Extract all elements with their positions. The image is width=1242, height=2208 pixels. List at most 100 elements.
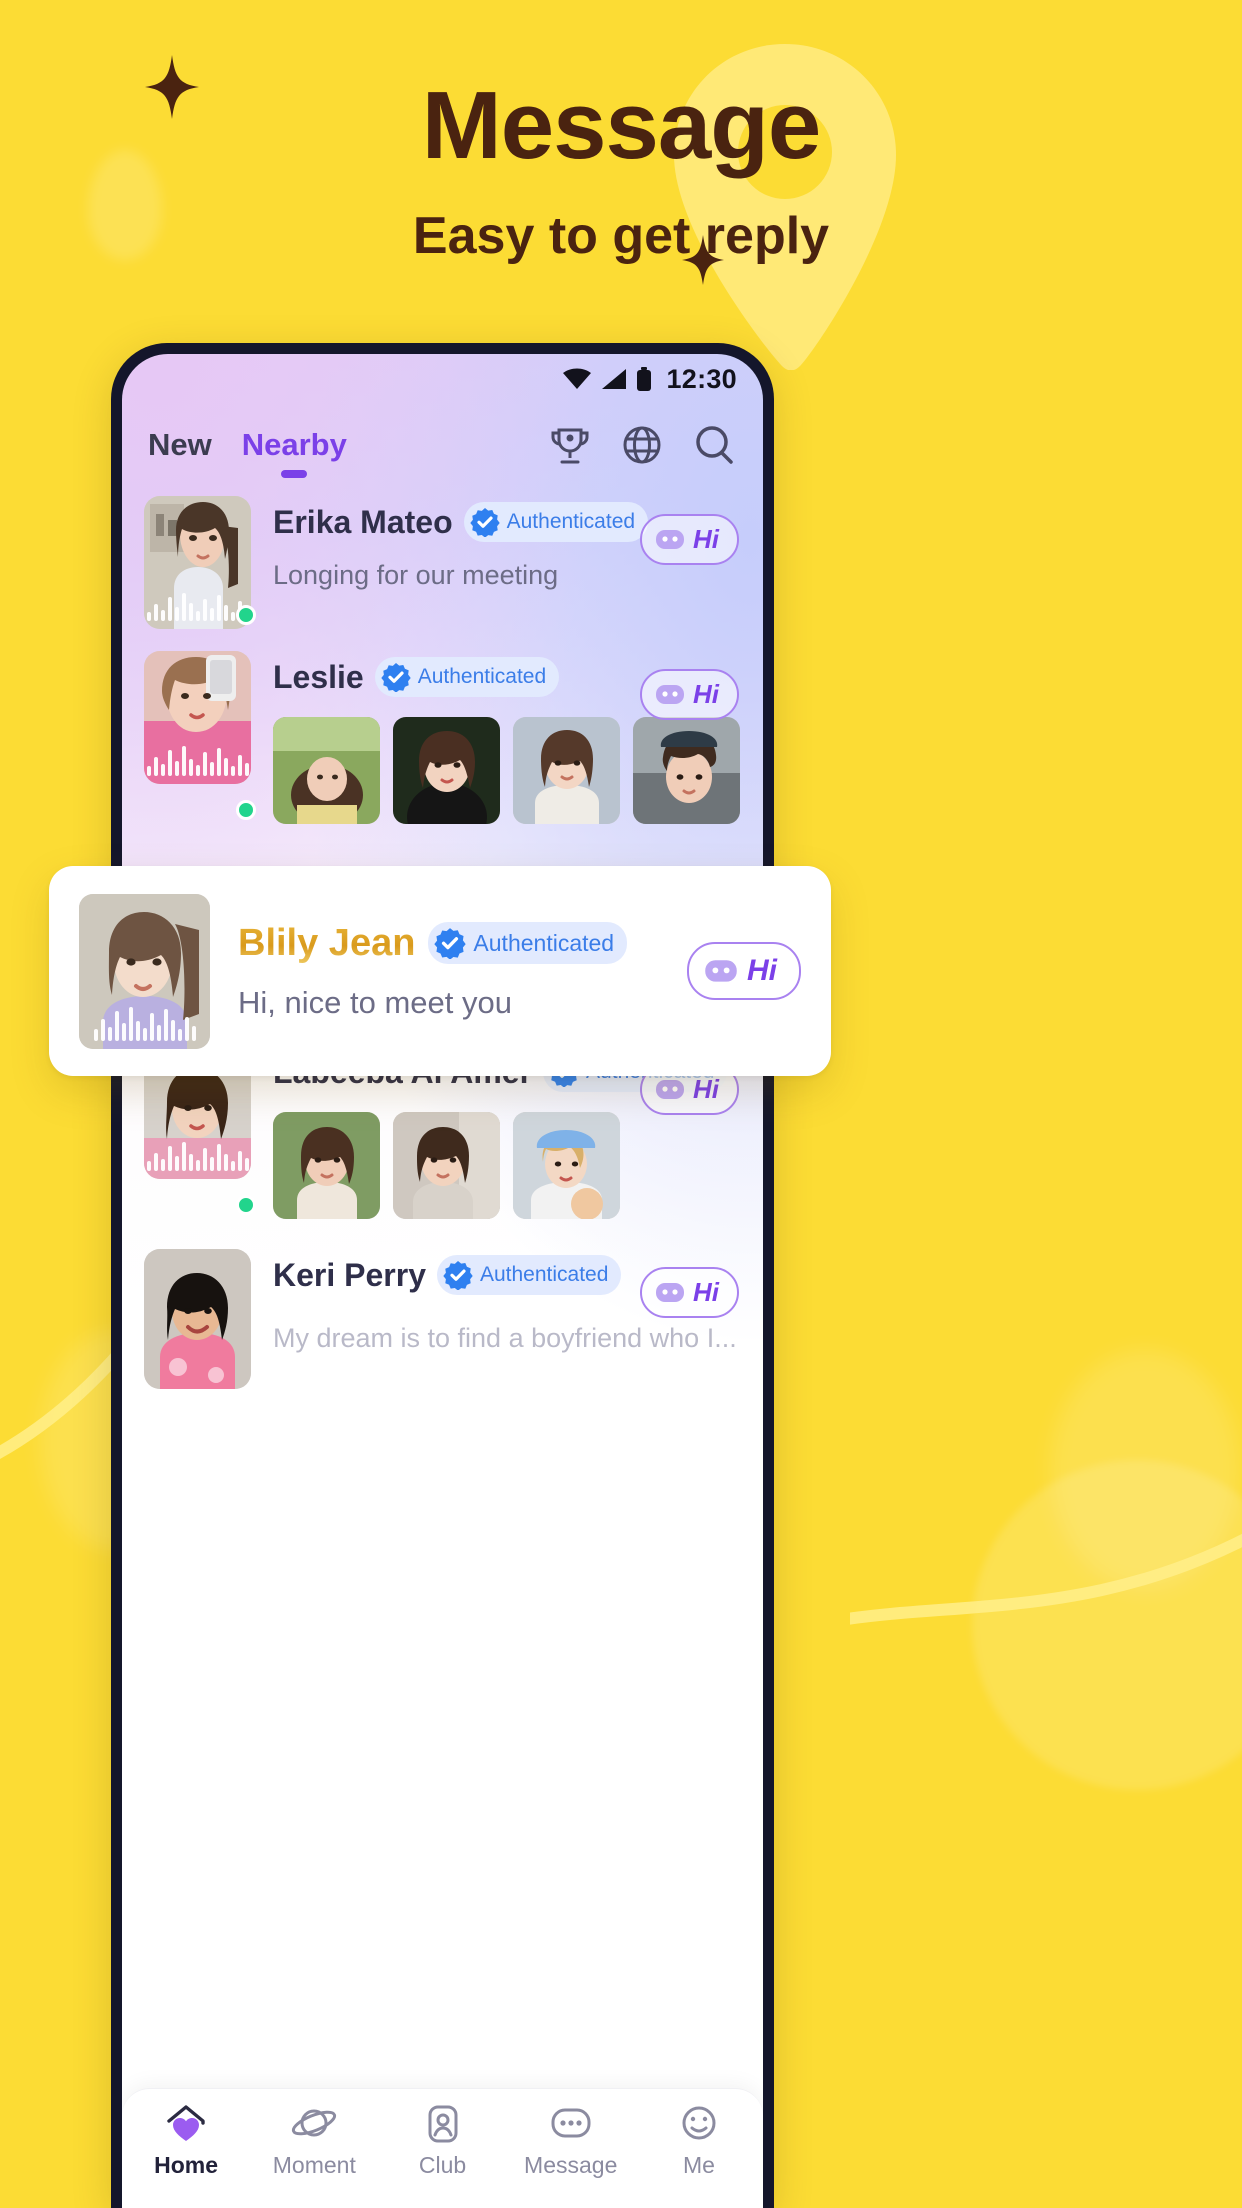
- nav-label: Home: [154, 2152, 219, 2178]
- bottom-navigation: Home Moment Club Message Me: [122, 2088, 763, 2208]
- verified-check-icon: [434, 928, 467, 959]
- online-status-dot: [236, 605, 256, 625]
- photo-thumbnail[interactable]: [513, 717, 620, 824]
- photo-thumbnail-strip: [273, 717, 741, 824]
- photo-thumbnail-strip: [273, 1112, 741, 1219]
- last-message: My dream is to find a boyfriend who I...: [273, 1323, 737, 1353]
- page-title: Message: [421, 72, 822, 179]
- avatar[interactable]: [144, 496, 251, 629]
- tab-new[interactable]: New: [148, 427, 212, 463]
- nav-item-home[interactable]: Home: [122, 2103, 250, 2179]
- heart-home-icon: [167, 2105, 205, 2141]
- verified-check-icon: [443, 1261, 473, 1290]
- status-badge-label: Authenticated: [479, 1263, 609, 1286]
- decor-swoosh-bottom: [850, 1533, 1242, 1625]
- chat-bubble-icon: [656, 1282, 684, 1302]
- avatar-wrap: [79, 893, 210, 1049]
- nav-label: Message: [524, 2152, 618, 2178]
- status-badge: Authenticated: [374, 657, 560, 697]
- chat-bubble-icon: [551, 2108, 591, 2138]
- tab-nearby[interactable]: Nearby: [241, 427, 347, 478]
- hi-button-label: Hi: [693, 679, 719, 709]
- hi-button-label: Hi: [693, 524, 719, 554]
- phone-mockup: 12:30 New Nearby Erika Mateo Authenticat…: [111, 343, 774, 2208]
- avatar-wrap: [144, 1249, 251, 1389]
- avatar-wrap: [144, 651, 256, 824]
- tab-nearby-label: Nearby: [241, 427, 347, 462]
- search-icon[interactable]: [691, 422, 737, 468]
- battery-icon: [637, 367, 652, 391]
- user-name: Leslie: [273, 658, 364, 695]
- chat-bubble-icon: [656, 1079, 684, 1099]
- nav-item-message[interactable]: Message: [507, 2103, 635, 2179]
- nav-item-moment[interactable]: Moment: [250, 2103, 378, 2179]
- status-bar: 12:30: [122, 354, 763, 404]
- page-subtitle: Easy to get reply: [412, 207, 830, 265]
- user-name: Blily Jean: [238, 921, 416, 964]
- person-card-icon: [428, 2105, 457, 2143]
- smiley-icon: [682, 2106, 716, 2140]
- hi-button-label: Hi: [693, 1074, 719, 1104]
- trophy-icon[interactable]: [547, 422, 593, 468]
- status-badge: Authenticated: [436, 1255, 622, 1295]
- status-clock: 12:30: [666, 363, 737, 394]
- avatar-photo: [144, 1249, 251, 1389]
- voice-waveform-icon: [79, 995, 210, 1049]
- nav-label: Club: [418, 2152, 467, 2178]
- status-badge-label: Authenticated: [417, 665, 547, 688]
- last-message: Hi, nice to meet you: [238, 984, 512, 1020]
- avatar[interactable]: [144, 1249, 251, 1389]
- featured-user-card[interactable]: Blily Jean Authenticated Hi, nice to mee…: [49, 866, 831, 1076]
- user-name: Erika Mateo: [273, 503, 453, 540]
- list-item[interactable]: Keri Perry Authenticated My dream is to …: [122, 1219, 763, 1389]
- featured-card-body: Blily Jean Authenticated Hi, nice to mee…: [210, 922, 687, 1021]
- chat-bubble-icon: [656, 684, 684, 704]
- tab-active-indicator: [281, 470, 308, 478]
- verified-check-icon: [469, 508, 500, 537]
- chat-bubble-icon: [705, 959, 737, 982]
- hi-button[interactable]: Hi: [640, 1267, 739, 1318]
- nav-item-me[interactable]: Me: [635, 2103, 763, 2179]
- hi-button[interactable]: Hi: [640, 669, 739, 720]
- wifi-icon: [563, 368, 592, 389]
- photo-thumbnail[interactable]: [393, 1112, 500, 1219]
- voice-waveform-icon: [144, 738, 251, 784]
- status-badge-label: Authenticated: [506, 510, 636, 533]
- photo-thumbnail[interactable]: [393, 717, 500, 824]
- avatar-wrap: [144, 496, 256, 629]
- nav-label: Moment: [272, 2152, 356, 2178]
- verified-check-icon: [381, 663, 411, 692]
- nav-item-club[interactable]: Club: [378, 2103, 506, 2179]
- chat-bubble-icon: [656, 529, 684, 549]
- status-badge: Authenticated: [463, 502, 649, 542]
- decor-sun-circle: [972, 1460, 1242, 1790]
- nav-label: Me: [682, 2152, 715, 2178]
- voice-waveform-icon: [144, 1133, 251, 1179]
- avatar[interactable]: [144, 651, 251, 784]
- hi-button[interactable]: Hi: [640, 514, 739, 565]
- photo-thumbnail[interactable]: [273, 717, 380, 824]
- globe-icon[interactable]: [619, 422, 665, 468]
- planet-icon: [292, 2109, 337, 2137]
- voice-waveform-icon: [144, 583, 251, 629]
- header-icon-group: [547, 422, 737, 468]
- list-item[interactable]: Leslie Authenticated Hi: [122, 629, 763, 824]
- online-status-dot: [236, 800, 256, 820]
- photo-thumbnail[interactable]: [513, 1112, 620, 1219]
- phone-screen: 12:30 New Nearby Erika Mateo Authenticat…: [122, 354, 763, 2208]
- photo-thumbnail[interactable]: [633, 717, 740, 824]
- hi-button-label: Hi: [693, 1277, 719, 1307]
- photo-thumbnail[interactable]: [273, 1112, 380, 1219]
- name-line: Blily Jean Authenticated: [238, 922, 687, 965]
- user-name: Keri Perry: [273, 1256, 426, 1293]
- online-status-dot: [236, 1195, 256, 1215]
- avatar[interactable]: [79, 893, 210, 1049]
- tab-bar: New Nearby: [122, 404, 763, 486]
- list-item[interactable]: Erika Mateo Authenticated Longing for ou…: [122, 486, 763, 629]
- signal-icon: [602, 369, 627, 389]
- status-badge: Authenticated: [428, 922, 628, 964]
- decor-blob-3: [1050, 1350, 1240, 1590]
- status-badge-label: Authenticated: [473, 929, 615, 956]
- hi-button-label: Hi: [747, 954, 777, 987]
- hi-button[interactable]: Hi: [687, 942, 801, 1000]
